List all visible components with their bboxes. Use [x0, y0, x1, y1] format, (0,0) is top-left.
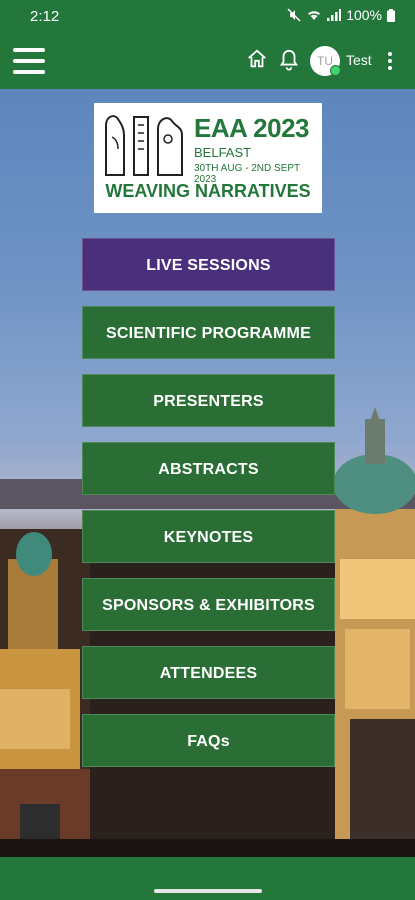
hamburger-menu-icon[interactable]	[13, 48, 45, 76]
abstracts-button[interactable]: ABSTRACTS	[82, 442, 335, 495]
status-bar: 2:12 100%	[0, 0, 415, 34]
gesture-handle[interactable]	[154, 889, 262, 893]
home-icon[interactable]	[246, 48, 268, 70]
event-logo: EAA 2023 BELFAST 30TH AUG - 2ND SEPT 202…	[94, 103, 322, 213]
wifi-icon	[308, 11, 321, 20]
live-sessions-button[interactable]: LIVE SESSIONS	[82, 238, 335, 291]
mute-icon	[287, 8, 301, 22]
faqs-button[interactable]: FAQs	[82, 714, 335, 767]
user-name[interactable]: Test	[346, 52, 372, 68]
status-time: 2:12	[30, 8, 60, 25]
sponsors-exhibitors-button[interactable]: SPONSORS & EXHIBITORS	[82, 578, 335, 631]
keynotes-button[interactable]: KEYNOTES	[82, 510, 335, 563]
online-status-dot	[330, 65, 341, 76]
bottom-bar	[0, 857, 415, 900]
attendees-button[interactable]: ATTENDEES	[82, 646, 335, 699]
event-title: EAA 2023	[194, 113, 310, 143]
scientific-programme-button[interactable]: SCIENTIFIC PROGRAMME	[82, 306, 335, 359]
status-icons: 100%	[287, 7, 395, 23]
presenters-button[interactable]: PRESENTERS	[82, 374, 335, 427]
signal-icon	[327, 9, 342, 21]
event-tagline: WEAVING NARRATIVES	[105, 181, 311, 201]
artifacts-illustration	[105, 115, 183, 176]
more-options-icon[interactable]	[388, 52, 394, 73]
bell-icon[interactable]	[278, 48, 300, 72]
battery-percent: 100%	[346, 7, 382, 23]
battery-icon	[387, 8, 395, 22]
app-bar: TU Test	[0, 34, 415, 89]
event-city: BELFAST	[194, 145, 252, 160]
avatar[interactable]: TU	[310, 46, 341, 76]
